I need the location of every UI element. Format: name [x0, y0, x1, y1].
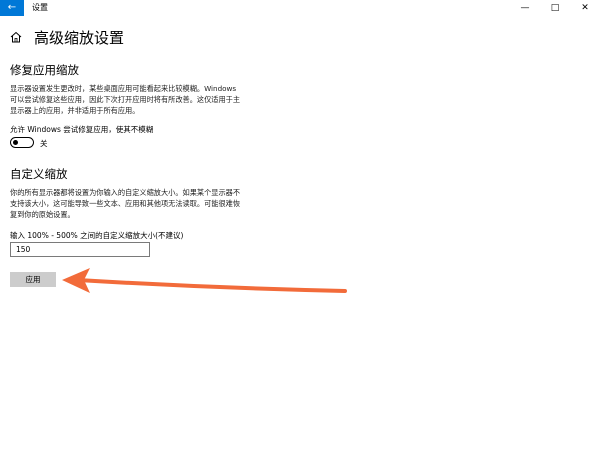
- custom-scale-input[interactable]: 150: [10, 242, 150, 257]
- custom-scaling-section-title: 自定义缩放: [10, 167, 68, 181]
- toggle-knob: [13, 139, 18, 145]
- apply-button[interactable]: 应用: [10, 272, 56, 287]
- fix-apps-toggle-label: 允许 Windows 尝试修复应用，使其不模糊: [10, 125, 154, 134]
- window-title: 设置: [32, 3, 48, 12]
- custom-scale-input-label: 输入 100% - 500% 之间的自定义缩放大小(不建议): [10, 231, 184, 240]
- minimize-button[interactable]: —: [510, 0, 540, 16]
- page-title: 高级缩放设置: [34, 28, 125, 47]
- annotation-arrow-icon: [62, 268, 347, 293]
- fix-scaling-description: 显示器设置发生更改时，某些桌面应用可能看起来比较模糊。Windows 可以尝试修…: [10, 84, 241, 115]
- page-header: 高级缩放设置: [10, 26, 124, 48]
- fix-apps-toggle[interactable]: [10, 137, 34, 148]
- toggle-state-text: 关: [40, 139, 48, 148]
- close-button[interactable]: ✕: [570, 0, 600, 16]
- custom-scaling-description: 你的所有显示器都将设置为你输入的自定义缩放大小。如果某个显示器不支持该大小，这可…: [10, 188, 241, 219]
- back-button[interactable]: ←: [0, 0, 24, 16]
- home-icon[interactable]: [10, 30, 24, 44]
- title-bar: ← 设置 — □ ✕: [0, 0, 600, 16]
- maximize-button[interactable]: □: [540, 0, 570, 16]
- fix-scaling-section-title: 修复应用缩放: [10, 63, 79, 77]
